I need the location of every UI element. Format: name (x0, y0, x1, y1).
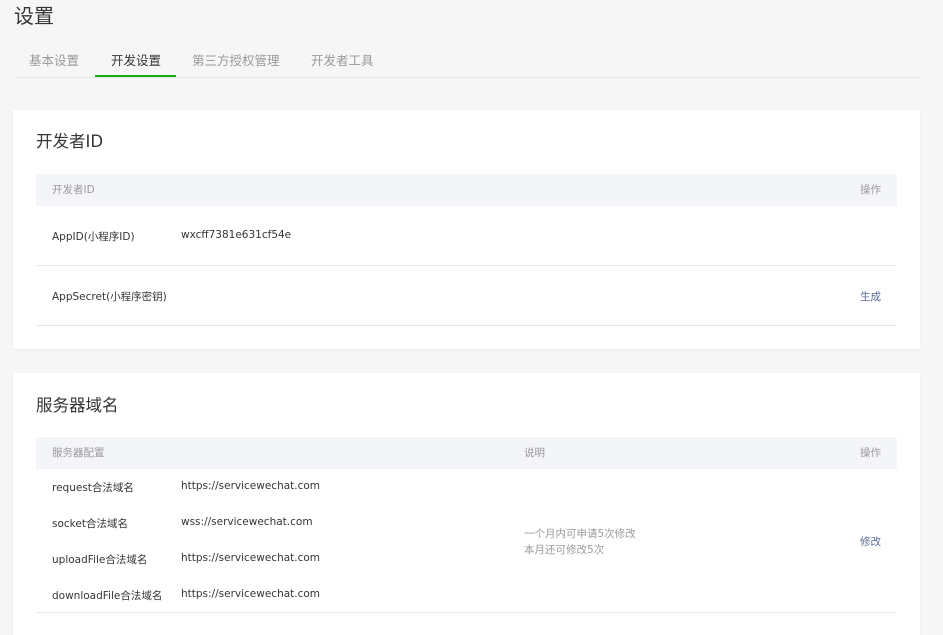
socket-domain-value: wss://servicewechat.com (181, 516, 313, 528)
appid-row: AppID(小程序ID) wxcff7381e631cf54e (36, 206, 897, 266)
server-action-column-header: 操作 (860, 447, 881, 459)
developer-id-table-header: 开发者ID 操作 (36, 174, 897, 206)
appid-value: wxcff7381e631cf54e (181, 229, 292, 241)
appsecret-row: AppSecret(小程序密钥) 生成 (36, 266, 897, 326)
uploadfile-domain-value: https://servicewechat.com (181, 552, 321, 564)
tab-basic-settings[interactable]: 基本设置 (29, 44, 79, 78)
developer-id-title: 开发者ID (36, 132, 104, 151)
server-domain-title: 服务器域名 (36, 396, 119, 415)
server-table-header: 服务器配置 说明 操作 (36, 437, 897, 469)
tab-developer-tools[interactable]: 开发者工具 (311, 44, 374, 78)
modify-remaining-note: 本月还可修改5次 (524, 544, 605, 556)
settings-tabs: 基本设置 开发设置 第三方授权管理 开发者工具 (14, 44, 920, 78)
modify-limit-note: 一个月内可申请5次修改 (524, 528, 636, 540)
socket-domain-label: socket合法域名 (52, 518, 128, 530)
server-domain-row: request合法域名 https://servicewechat.com so… (36, 469, 897, 613)
request-domain-value: https://servicewechat.com (181, 480, 321, 492)
server-domain-card: 服务器域名 服务器配置 说明 操作 request合法域名 https://se… (13, 373, 920, 635)
developer-id-card: 开发者ID 开发者ID 操作 AppID(小程序ID) wxcff7381e63… (13, 110, 920, 349)
developer-id-column-header: 开发者ID (52, 184, 95, 196)
active-tab-indicator (95, 75, 176, 77)
action-column-header: 操作 (860, 184, 881, 196)
uploadfile-domain-label: uploadFile合法域名 (52, 554, 148, 566)
downloadfile-domain-value: https://servicewechat.com (181, 588, 321, 600)
tab-development-settings[interactable]: 开发设置 (111, 44, 161, 78)
appsecret-label: AppSecret(小程序密钥) (52, 291, 167, 303)
description-column-header: 说明 (524, 447, 545, 459)
request-domain-label: request合法域名 (52, 482, 134, 494)
tab-third-party-authorization[interactable]: 第三方授权管理 (192, 44, 280, 78)
modify-domain-link[interactable]: 修改 (860, 534, 881, 549)
server-config-column-header: 服务器配置 (52, 447, 105, 459)
generate-secret-link[interactable]: 生成 (860, 289, 881, 304)
page-title: 设置 (14, 4, 54, 28)
appid-label: AppID(小程序ID) (52, 231, 135, 243)
downloadfile-domain-label: downloadFile合法域名 (52, 590, 163, 602)
